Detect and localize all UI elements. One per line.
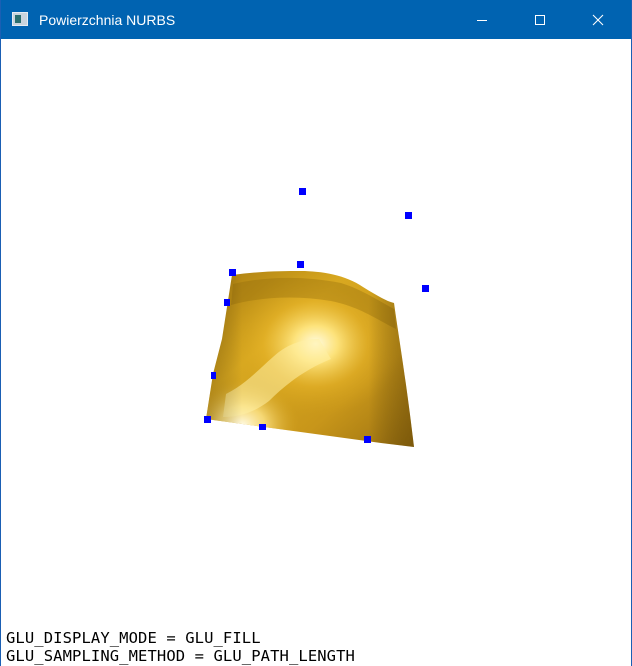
minimize-icon — [477, 19, 487, 21]
nurbs-scene — [204, 188, 429, 447]
control-point[interactable] — [229, 269, 236, 276]
maximize-button[interactable] — [517, 0, 563, 39]
nurbs-surface — [206, 271, 414, 447]
window-title: Powierzchnia NURBS — [39, 12, 176, 28]
window-app-icon[interactable] — [12, 12, 28, 26]
display-mode-text: GLU_DISPLAY_MODE = GLU_FILL — [6, 629, 261, 647]
control-point[interactable] — [297, 261, 304, 268]
sampling-method-text: GLU_SAMPLING_METHOD = GLU_PATH_LENGTH — [6, 647, 355, 665]
app-window: Powierzchnia NURBS GLU_DISPLAY_MODE = GL… — [0, 0, 632, 666]
control-point[interactable] — [405, 212, 412, 219]
control-point[interactable] — [259, 424, 266, 430]
maximize-icon — [535, 14, 545, 25]
close-icon — [592, 14, 604, 25]
opengl-viewport[interactable]: GLU_DISPLAY_MODE = GLU_FILL GLU_SAMPLING… — [1, 39, 631, 666]
control-point[interactable] — [224, 299, 230, 306]
minimize-button[interactable] — [459, 0, 505, 39]
control-point[interactable] — [422, 285, 429, 292]
control-point[interactable] — [211, 372, 216, 379]
control-point[interactable] — [299, 188, 306, 195]
control-point[interactable] — [204, 416, 211, 423]
close-button[interactable] — [575, 0, 621, 39]
control-point[interactable] — [364, 436, 371, 443]
title-bar[interactable]: Powierzchnia NURBS — [1, 0, 631, 39]
